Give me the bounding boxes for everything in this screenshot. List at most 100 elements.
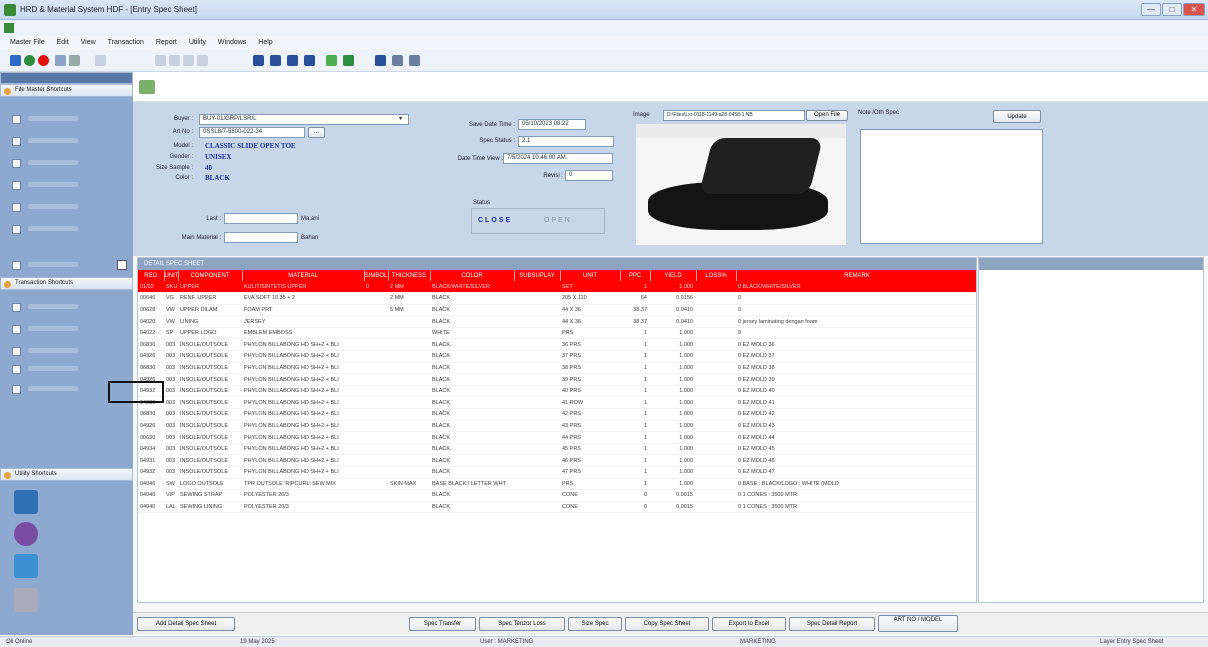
table-cell[interactable]: 2 MM — [388, 281, 430, 294]
table-cell[interactable] — [388, 315, 430, 328]
table-cell[interactable] — [514, 443, 560, 456]
table-cell[interactable]: 1.000 — [650, 408, 696, 421]
spec-detail-report-button[interactable]: Spec Detail Report — [789, 617, 875, 631]
table-cell[interactable]: BLACK — [430, 304, 514, 317]
table-cell[interactable] — [364, 478, 388, 491]
table-cell[interactable] — [388, 489, 430, 502]
table-row[interactable]: 04926 003 INSOLE/OUTSOLE PHYLON BILLABONG H… — [138, 420, 976, 433]
table-cell[interactable]: 45 PRS — [560, 443, 620, 456]
table-row[interactable]: 04931 003 INSOLE/OUTSOLE PHYLON BILLABONG H… — [138, 454, 976, 467]
table-cell[interactable]: 04020 — [138, 315, 164, 328]
table-cell[interactable] — [364, 501, 388, 514]
table-cell[interactable] — [388, 408, 430, 421]
column-header[interactable]: LOSS% — [696, 270, 737, 281]
menu-utility[interactable]: Utility — [189, 39, 206, 46]
table-cell[interactable] — [696, 362, 736, 375]
table-cell[interactable]: 1.000 — [650, 327, 696, 340]
table-cell[interactable]: INSOLE/OUTSOLE — [178, 396, 242, 410]
sidebar-item-trans-4[interactable] — [4, 362, 129, 377]
status-close-radio[interactable]: CLOSE — [478, 217, 512, 224]
table-cell[interactable]: PRS — [560, 478, 620, 491]
table-cell[interactable]: 0.0015 — [650, 501, 696, 514]
table-cell[interactable] — [696, 281, 736, 294]
date-time-view-select[interactable]: 7/5/2024 10:46:00 AM — [503, 153, 613, 164]
art-no-field[interactable]: 0SSL8/7-5800-022-34 — [199, 127, 305, 138]
table-cell[interactable] — [388, 501, 430, 514]
new-icon[interactable] — [10, 55, 21, 66]
table-cell[interactable]: 42 PRS — [560, 408, 620, 421]
table-cell[interactable] — [364, 338, 388, 352]
table-cell[interactable]: 0 EZ MOLD 37 — [736, 350, 976, 363]
table-cell[interactable]: 0.0015 — [650, 489, 696, 502]
table-cell[interactable]: 5 MM — [388, 304, 430, 317]
table-cell[interactable]: UPPER LOGO — [178, 327, 242, 340]
table-cell[interactable]: 0 — [620, 501, 650, 514]
table-cell[interactable]: LAL — [164, 501, 178, 514]
table-cell[interactable]: 44 X 36 — [560, 315, 620, 328]
art-no-model-button[interactable]: ART NO / MODEL — [878, 615, 958, 632]
table-cell[interactable]: 1.000 — [650, 350, 696, 363]
table-cell[interactable] — [388, 362, 430, 375]
table-cell[interactable]: EVA SOFT 10.35 + 2 — [242, 292, 364, 305]
sidebar-item-master-5[interactable] — [4, 200, 129, 215]
table-cell[interactable] — [388, 396, 430, 410]
table-cell[interactable]: BLACK — [430, 373, 514, 386]
table-cell[interactable]: 003 — [164, 396, 178, 410]
table-cell[interactable]: PHYLON BILLABONG HD SH+2 + BLI — [242, 362, 364, 375]
table-cell[interactable]: 1.000 — [650, 454, 696, 467]
table-cell[interactable] — [388, 466, 430, 479]
table-row[interactable]: 04926 003 INSOLE/OUTSOLE PHYLON BILLABONG H… — [138, 373, 976, 386]
table-cell[interactable]: 36 PRS — [560, 338, 620, 352]
table-row[interactable]: 04046 SW LOGO OUTSOLE TPR OUTSOLE 'RIPCURL'… — [138, 478, 976, 491]
detail-spec-grid[interactable]: DETAIL SPEC SHEET REG UNIT COMPONENT MATERI… — [137, 257, 977, 603]
table-cell[interactable]: 1 — [620, 443, 650, 456]
table-cell[interactable] — [388, 443, 430, 456]
table-row[interactable]: 06830 003 INSOLE/OUTSOLE PHYLON BILLABONG H… — [138, 362, 976, 375]
table-cell[interactable]: BLACK — [430, 466, 514, 479]
table-cell[interactable]: BLACK — [430, 454, 514, 467]
table-cell[interactable]: 0 1 CONES : 3500 MTR — [736, 501, 976, 514]
table-cell[interactable] — [514, 281, 560, 294]
table-cell[interactable]: 0 — [736, 327, 976, 340]
table-cell[interactable]: 003 — [164, 454, 178, 467]
table-cell[interactable]: 06830 — [138, 408, 164, 421]
table-row[interactable]: 01/02 SKU UPPER KULIT/SINTETIS UPPER 0 2 MM BL… — [138, 281, 976, 294]
calculator-icon[interactable] — [375, 55, 386, 66]
window-icon[interactable] — [392, 55, 403, 66]
sidebar-item-trans-2[interactable] — [4, 322, 129, 337]
table-cell[interactable]: 1.000 — [650, 431, 696, 444]
table-cell[interactable]: POLYESTER 20/3 — [242, 501, 364, 514]
sidebar-utility-header[interactable]: Utility Shortcuts — [0, 468, 133, 481]
table-cell[interactable]: 1 — [620, 350, 650, 363]
table-cell[interactable]: BLACK — [430, 338, 514, 352]
next-record-icon[interactable] — [183, 55, 194, 66]
table-row[interactable]: 06830 003 INSOLE/OUTSOLE PHYLON BILLABONG H… — [138, 338, 976, 352]
table-cell[interactable] — [514, 362, 560, 375]
table-cell[interactable] — [388, 327, 430, 340]
edit-icon[interactable] — [326, 55, 337, 66]
table-cell[interactable]: 1 — [620, 454, 650, 467]
column-header[interactable]: UNIT — [560, 270, 621, 281]
table-cell[interactable]: 0 BASE : BLACK/LOGO : WHITE (MOLD — [736, 478, 976, 491]
table-cell[interactable]: BLACK — [430, 431, 514, 444]
table-cell[interactable]: PHYLON BILLABONG HD SH+2 + BLI — [242, 454, 364, 467]
table-cell[interactable] — [388, 373, 430, 386]
copy-spec-button[interactable]: Copy Spec Sheet — [625, 617, 709, 631]
minimize-button[interactable]: — — [1141, 3, 1161, 16]
table-cell[interactable]: PHYLON BILLABONG HD SH+2 + BLI — [242, 385, 364, 398]
table-row[interactable]: 04020 VW LINING JERSEY BLACK 44 X 36 38.37 0.04… — [138, 315, 976, 328]
table-cell[interactable] — [514, 350, 560, 363]
table-cell[interactable] — [514, 489, 560, 502]
table-cell[interactable] — [514, 327, 560, 340]
last-record-icon[interactable] — [197, 55, 208, 66]
table-cell[interactable]: 1 — [620, 466, 650, 479]
table-cell[interactable]: BLACK — [430, 396, 514, 410]
table-cell[interactable]: 1.000 — [650, 466, 696, 479]
table-cell[interactable] — [364, 362, 388, 375]
table-cell[interactable]: 1 — [620, 408, 650, 421]
table-cell[interactable]: SKU — [164, 281, 178, 294]
table-cell[interactable]: PHYLON BILLABONG HD SH+2 + BLI — [242, 466, 364, 479]
table-cell[interactable]: 0 EZ MOLD 41 — [736, 396, 976, 410]
table-cell[interactable] — [514, 454, 560, 467]
table-cell[interactable]: 39 PRS — [560, 373, 620, 386]
